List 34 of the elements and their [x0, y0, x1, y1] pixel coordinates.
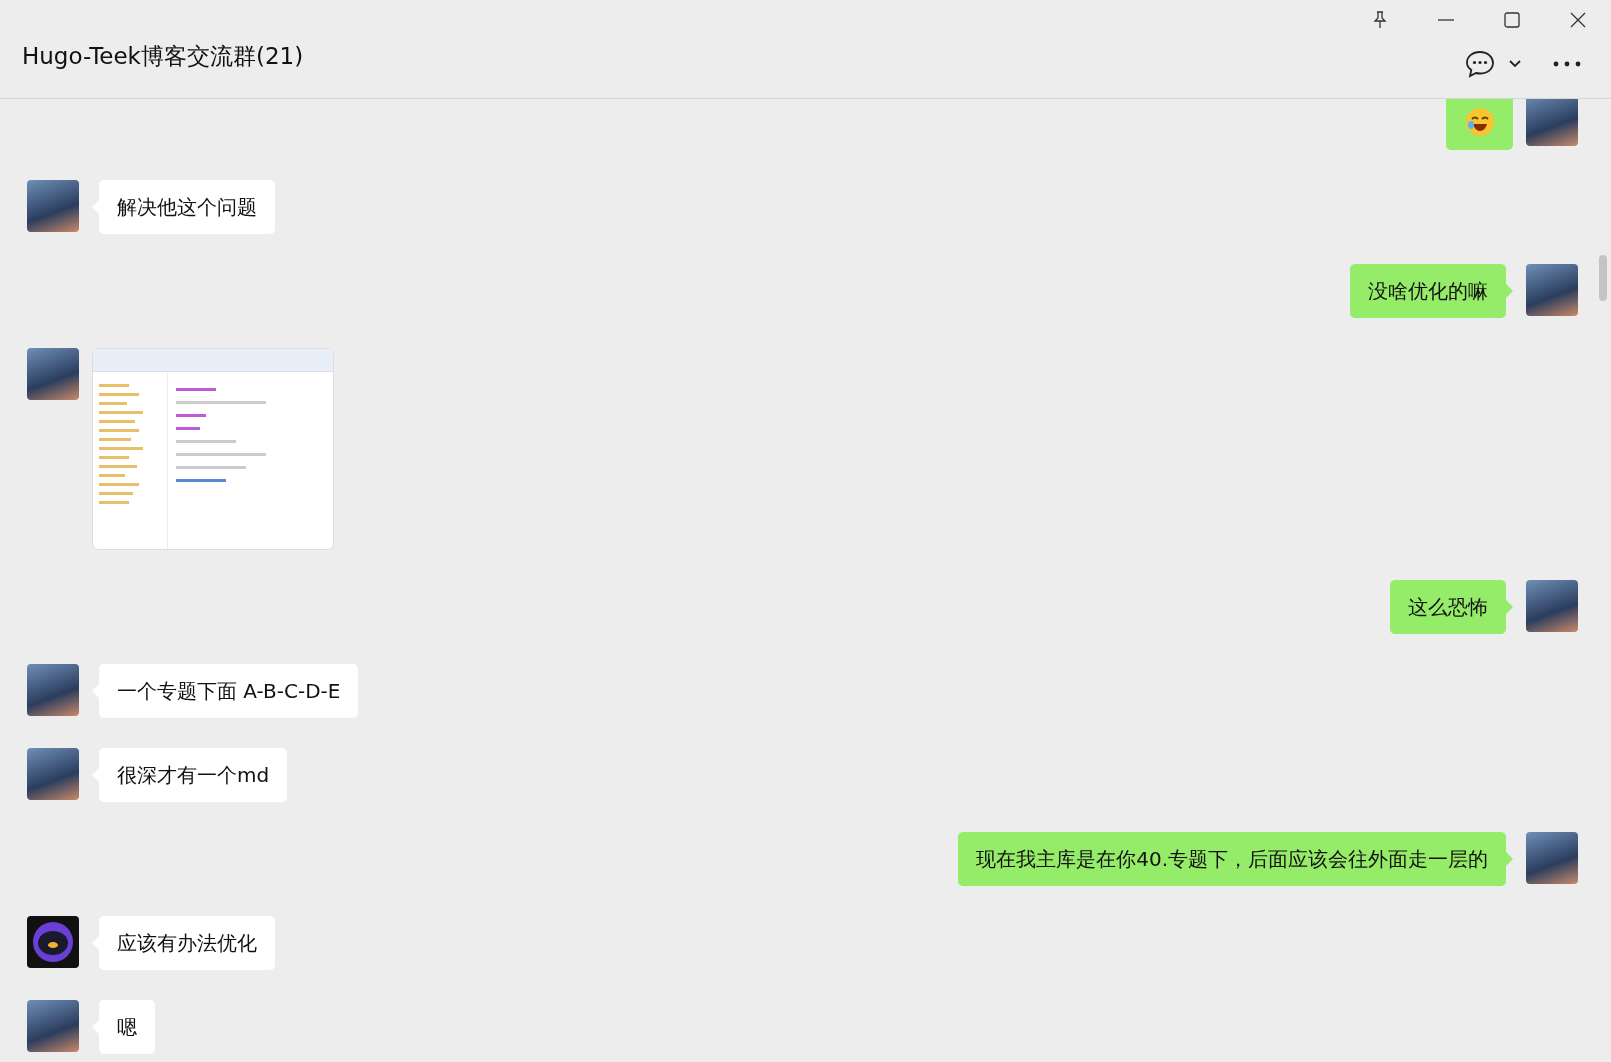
minimize-icon — [1438, 19, 1454, 21]
message-bubble: 一个专题下面 A-B-C-D-E — [99, 664, 359, 718]
chat-title: Hugo-Teek博客交流群(21) — [22, 42, 304, 71]
pin-icon — [1372, 11, 1388, 29]
message-bubble: 应该有办法优化 — [99, 916, 275, 970]
more-button[interactable] — [1553, 61, 1581, 67]
message-bubble: 这么恐怖 — [1390, 580, 1506, 634]
caret-icon — [1507, 59, 1523, 69]
avatar-photo-placeholder[interactable] — [1526, 264, 1578, 316]
more-icon — [1553, 61, 1581, 67]
avatar-photo-placeholder[interactable] — [27, 664, 79, 716]
avatar-photo-placeholder[interactable] — [1526, 832, 1578, 884]
avatar-photo-placeholder[interactable] — [27, 1000, 79, 1052]
laughing-face-icon — [1464, 107, 1495, 137]
robot-avatar-icon[interactable] — [27, 916, 79, 968]
avatar-photo-placeholder[interactable] — [27, 748, 79, 800]
avatar-photo-placeholder[interactable] — [27, 180, 79, 232]
maximize-icon — [1504, 12, 1520, 28]
close-icon — [1570, 12, 1586, 28]
bubble-tail-icon — [1506, 852, 1513, 866]
bubble-tail-icon — [1506, 600, 1513, 614]
chat-mode-button[interactable] — [1465, 50, 1523, 78]
message-bubble: 很深才有一个md — [99, 748, 288, 802]
avatar-photo-placeholder[interactable] — [1526, 99, 1578, 146]
message-bubble: 嗯 — [99, 1000, 155, 1054]
bubble-tail-icon — [1506, 284, 1513, 298]
avatar-photo-placeholder[interactable] — [27, 348, 79, 400]
speech-bubble-icon — [1465, 50, 1495, 78]
avatar-photo-placeholder[interactable] — [1526, 580, 1578, 632]
message-bubble: 没啥优化的嘛 — [1350, 264, 1506, 318]
message-bubble: 解决他这个问题 — [99, 180, 275, 234]
message-bubble: 现在我主库是在你40.专题下，后面应该会往外面走一层的 — [958, 832, 1506, 886]
scrollbar-thumb[interactable] — [1599, 255, 1607, 301]
screenshot-thumbnail[interactable] — [92, 348, 334, 550]
